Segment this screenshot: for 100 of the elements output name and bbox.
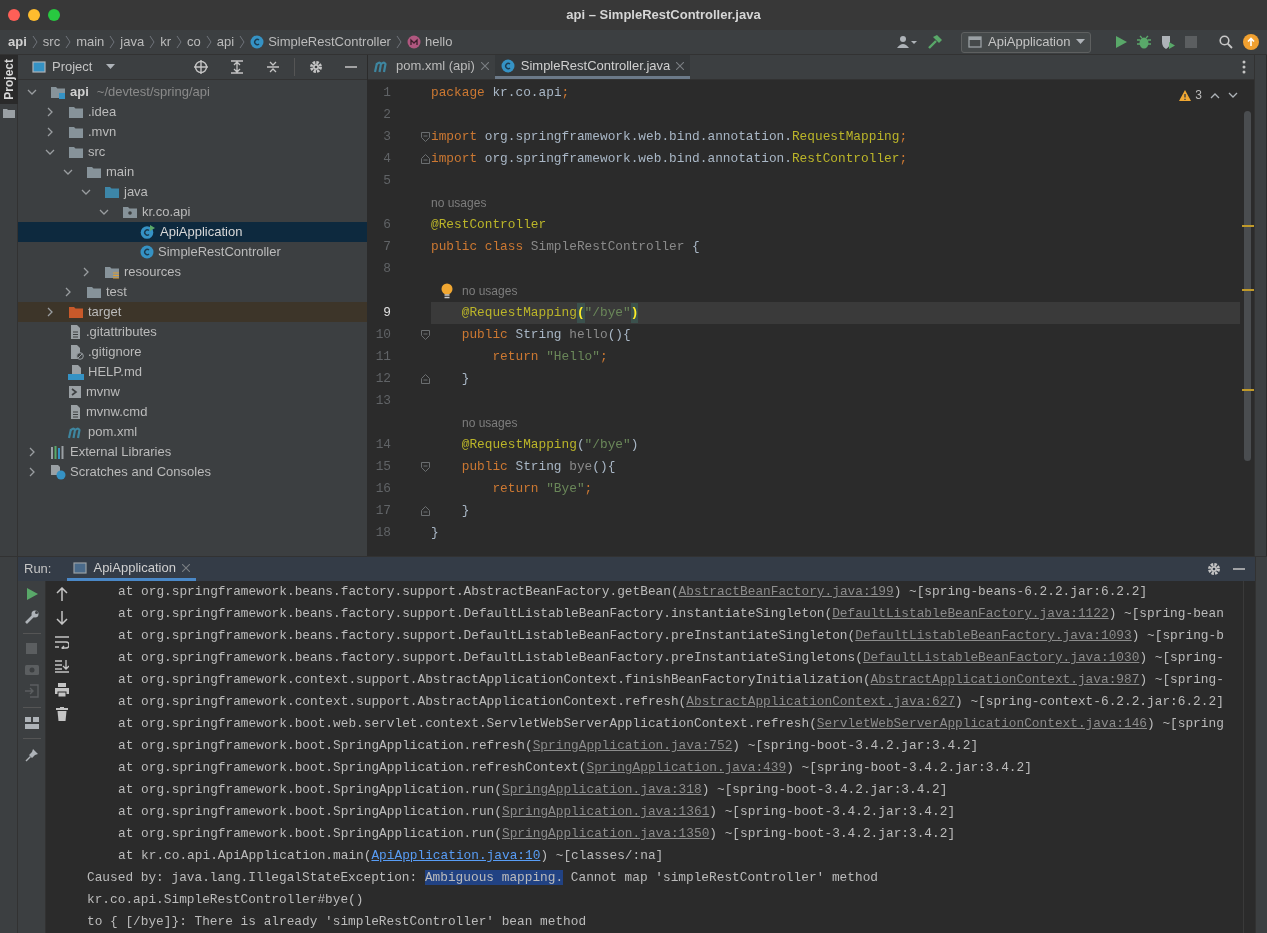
source-link[interactable]: AbstractApplicationContext.java:987 bbox=[870, 672, 1140, 687]
hammer-icon[interactable] bbox=[927, 34, 943, 50]
source-link[interactable]: SpringApplication.java:1361 bbox=[502, 804, 710, 819]
settings-icon[interactable] bbox=[1207, 562, 1221, 576]
tree-item[interactable]: ApiApplication bbox=[18, 222, 367, 242]
line-number: 7 bbox=[382, 238, 391, 257]
fold-icon[interactable] bbox=[420, 462, 430, 472]
tree-item[interactable]: test bbox=[18, 282, 367, 302]
run-tab[interactable]: ApiApplication bbox=[67, 557, 196, 581]
print-icon[interactable] bbox=[54, 683, 69, 697]
tree-item[interactable]: target bbox=[18, 302, 367, 322]
code-line: public String bye(){ bbox=[460, 458, 616, 477]
chevron-down-icon[interactable] bbox=[1228, 91, 1238, 99]
pin-icon[interactable] bbox=[24, 748, 39, 762]
view-selector-dropdown[interactable]: Project bbox=[32, 57, 116, 77]
editor-tab[interactable]: SimpleRestController.java bbox=[494, 55, 691, 79]
close-icon[interactable] bbox=[676, 61, 685, 70]
source-link[interactable]: DefaultListableBeanFactory.java:1122 bbox=[832, 606, 1109, 621]
breadcrumb[interactable]: kr bbox=[160, 32, 172, 52]
tree-item[interactable]: src bbox=[18, 142, 367, 162]
search-icon[interactable] bbox=[1219, 35, 1233, 49]
source-link[interactable]: AbstractApplicationContext.java:627 bbox=[686, 694, 956, 709]
breadcrumb[interactable]: api bbox=[8, 32, 27, 52]
chevron-icon bbox=[65, 35, 72, 49]
close-icon[interactable] bbox=[480, 61, 489, 70]
source-link[interactable]: DefaultListableBeanFactory.java:1030 bbox=[862, 650, 1140, 665]
source-link[interactable]: SpringApplication.java:439 bbox=[586, 760, 787, 775]
warning-indicator[interactable]: 3 bbox=[1179, 86, 1202, 104]
breadcrumb[interactable]: main bbox=[76, 32, 105, 52]
source-link[interactable]: ApiApplication.java:10 bbox=[371, 848, 541, 863]
usage-hint[interactable]: no usages bbox=[431, 193, 487, 213]
fold-end-icon[interactable] bbox=[420, 154, 430, 164]
maximize-window-button[interactable] bbox=[48, 9, 60, 21]
tree-item[interactable]: api ~/devtest/spring/api bbox=[18, 82, 367, 102]
source-link[interactable]: SpringApplication.java:1350 bbox=[502, 826, 710, 841]
tree-item[interactable]: kr.co.api bbox=[18, 202, 367, 222]
minimize-window-button[interactable] bbox=[28, 9, 40, 21]
tree-item[interactable]: HELP.md bbox=[18, 362, 367, 382]
debug-icon[interactable] bbox=[1137, 35, 1151, 49]
editor-tab[interactable]: pom.xml (api) bbox=[368, 55, 495, 79]
fold-end-icon[interactable] bbox=[420, 506, 430, 516]
source-link[interactable]: ServletWebServerApplicationContext.java:146 bbox=[816, 716, 1148, 731]
tree-item[interactable]: pom.xml bbox=[18, 422, 367, 442]
breadcrumb[interactable]: hello bbox=[406, 32, 453, 52]
breadcrumb[interactable]: api bbox=[216, 32, 235, 52]
source-link[interactable]: SpringApplication.java:318 bbox=[502, 782, 702, 797]
soft-wrap-icon[interactable] bbox=[54, 635, 69, 649]
usage-hint[interactable]: no usages bbox=[431, 413, 518, 433]
tree-item[interactable]: mvnw.cmd bbox=[18, 402, 367, 422]
tree-item[interactable]: .idea bbox=[18, 102, 367, 122]
breadcrumb[interactable]: src bbox=[42, 32, 61, 52]
fold-icon[interactable] bbox=[420, 132, 430, 142]
fold-end-icon[interactable] bbox=[420, 374, 430, 384]
tree-item[interactable]: mvnw bbox=[18, 382, 367, 402]
locate-icon[interactable] bbox=[194, 60, 208, 74]
coverage-icon[interactable] bbox=[1161, 35, 1175, 49]
chevron-icon bbox=[31, 35, 38, 49]
folder-icon[interactable] bbox=[2, 107, 15, 118]
run-icon[interactable] bbox=[1115, 35, 1127, 49]
file-icon bbox=[68, 404, 82, 420]
source-link[interactable]: AbstractBeanFactory.java:199 bbox=[678, 584, 894, 599]
update-icon[interactable] bbox=[1243, 34, 1259, 50]
collapse-all-icon[interactable] bbox=[266, 60, 280, 74]
more-icon[interactable] bbox=[1242, 60, 1246, 74]
source-link[interactable]: DefaultListableBeanFactory.java:1093 bbox=[855, 628, 1132, 643]
ignored-file-icon bbox=[68, 344, 84, 360]
tree-item[interactable]: Scratches and Consoles bbox=[18, 462, 367, 482]
console-line: at org.springframework.beans.factory.support.AbstractBeanFactory.getBean(AbstractBeanFactory.java:199) ~[spring-beans-6.2.2.jar:6.2.2] bbox=[117, 583, 1148, 601]
tree-item[interactable]: External Libraries bbox=[18, 442, 367, 462]
scrollbar-thumb[interactable] bbox=[1244, 111, 1251, 461]
tree-item[interactable]: resources bbox=[18, 262, 367, 282]
close-window-button[interactable] bbox=[8, 9, 20, 21]
breadcrumb[interactable]: SimpleRestController bbox=[250, 32, 391, 52]
scroll-to-end-icon[interactable] bbox=[54, 659, 69, 673]
user-icon[interactable] bbox=[897, 35, 917, 49]
usage-hint[interactable]: no usages bbox=[431, 281, 518, 301]
tree-item[interactable]: SimpleRestController bbox=[18, 242, 367, 262]
tree-item[interactable]: main bbox=[18, 162, 367, 182]
breadcrumb[interactable]: java bbox=[120, 32, 145, 52]
chevron-up-icon[interactable] bbox=[1210, 91, 1220, 99]
tree-item[interactable]: .gitignore bbox=[18, 342, 367, 362]
arrow-up-icon[interactable] bbox=[55, 587, 68, 601]
lightbulb-icon[interactable] bbox=[440, 283, 453, 299]
code-line: } bbox=[460, 502, 470, 521]
close-icon[interactable] bbox=[181, 563, 190, 572]
source-link[interactable]: SpringApplication.java:752 bbox=[532, 738, 733, 753]
breadcrumb[interactable]: co bbox=[187, 32, 201, 52]
trash-icon[interactable] bbox=[55, 707, 68, 721]
wrench-icon[interactable] bbox=[24, 610, 39, 624]
settings-icon[interactable] bbox=[309, 60, 323, 74]
tool-window-tab[interactable]: Project bbox=[0, 55, 18, 104]
fold-icon[interactable] bbox=[420, 330, 430, 340]
tree-item[interactable]: java bbox=[18, 182, 367, 202]
run-configuration-dropdown[interactable]: ApiApplication bbox=[961, 31, 1091, 53]
expand-all-icon[interactable] bbox=[230, 60, 244, 74]
tree-item[interactable]: .mvn bbox=[18, 122, 367, 142]
run-icon[interactable] bbox=[25, 587, 38, 601]
layout-icon[interactable] bbox=[24, 717, 39, 729]
tree-item[interactable]: .gitattributes bbox=[18, 322, 367, 342]
arrow-down-icon[interactable] bbox=[55, 611, 68, 625]
